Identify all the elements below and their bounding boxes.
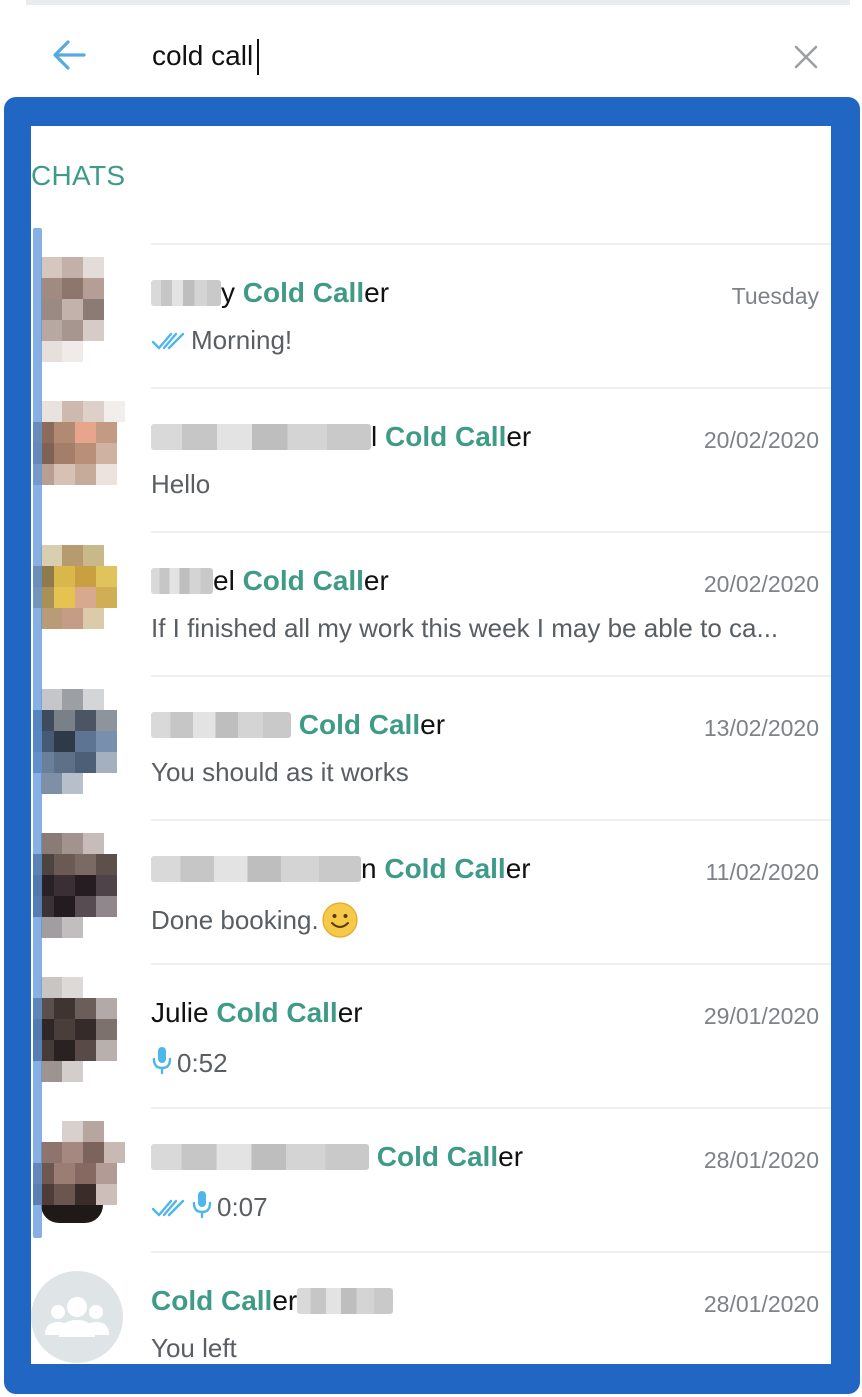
preview-text: You should as it works [151,757,409,787]
name-highlight: Cold Call [151,1285,273,1316]
chat-date: 20/02/2020 [703,427,819,453]
chat-date: 28/01/2020 [703,1291,819,1317]
chat-date: 13/02/2020 [703,715,819,741]
microphone-icon [191,1189,213,1226]
name-part: el [213,565,235,596]
preview-text: 0:07 [217,1192,268,1222]
row-divider [151,531,831,533]
name-highlight: Cold Call [216,997,338,1028]
redacted-name [151,568,213,594]
double-check-icon [151,328,187,359]
chat-row[interactable]: y Cold Caller Tuesday Morning! [31,243,831,387]
row-divider [151,1107,831,1109]
chat-row[interactable]: l Cold Caller 20/02/2020 Hello [31,387,831,531]
chat-row[interactable]: Cold Caller 13/02/2020 You should as it … [31,675,831,819]
preview-text: Morning! [191,325,293,355]
chat-name: Cold Caller [151,709,445,741]
avatar [33,1121,125,1243]
preview-text: If I finished all my work this week I ma… [151,613,779,643]
smiley-icon [321,901,359,939]
chat-name: Cold Caller [151,1141,523,1173]
chat-row[interactable]: Julie Cold Caller 29/01/2020 0:52 [31,963,831,1107]
chat-row[interactable]: el Cold Caller 20/02/2020 If I finished … [31,531,831,675]
chat-preview: Morning! [151,325,821,359]
chat-date: 28/01/2020 [703,1147,819,1173]
chat-name: el Cold Caller [151,565,389,597]
avatar [33,257,125,379]
preview-text: Done booking. [151,905,319,935]
row-divider [151,387,831,389]
chat-row[interactable]: Cold Caller 28/01/2020 0:07 [31,1107,831,1251]
redacted-name [151,712,291,738]
redacted-name [151,280,221,306]
scrollbar[interactable] [33,228,42,1238]
name-part: er [505,853,531,884]
chat-date: 29/01/2020 [703,1003,819,1029]
avatar [33,977,125,1099]
chat-preview: 0:07 [151,1189,821,1226]
chat-date: Tuesday [731,283,819,309]
name-part: er [364,277,390,308]
chat-name: Julie Cold Caller [151,997,363,1029]
chat-row[interactable]: Cold Caller 28/01/2020 You left [31,1251,831,1364]
group-icon [31,1271,123,1363]
row-divider [151,819,831,821]
search-bar [0,5,862,95]
preview-text: You left [151,1333,237,1363]
name-highlight: Cold Call [298,709,421,740]
chat-name: l Cold Caller [151,421,531,453]
row-divider [151,243,831,245]
row-divider [151,675,831,677]
avatar [33,833,125,955]
name-part: er [420,709,446,740]
name-part: er [272,1285,298,1316]
chat-date: 11/02/2020 [705,859,819,885]
chat-row[interactable]: n Cold Caller 11/02/2020 Done booking. [31,819,831,963]
row-divider [151,963,831,965]
double-check-icon [151,1195,187,1226]
name-part: er [363,565,389,596]
chat-name: y Cold Caller [151,277,389,309]
name-part: n [361,853,377,884]
row-divider [151,1251,831,1253]
chat-preview: 0:52 [151,1045,821,1082]
section-header-chats: CHATS [31,160,126,191]
close-icon[interactable] [792,43,820,71]
name-part: y [221,277,235,308]
redacted-name [151,424,371,450]
chat-preview: Hello [151,469,821,500]
preview-text: Hello [151,469,211,499]
chat-preview: You left [151,1333,821,1364]
chat-date: 20/02/2020 [703,571,819,597]
name-part: er [498,1141,524,1172]
chat-preview: You should as it works [151,757,821,788]
name-part: er [506,421,532,452]
back-arrow-icon[interactable] [50,35,90,75]
chat-name: Cold Caller [151,1285,394,1317]
name-highlight: Cold Call [242,277,365,308]
microphone-icon [151,1045,173,1082]
name-highlight: Cold Call [376,1141,499,1172]
name-part: er [337,997,363,1028]
preview-text: 0:52 [177,1048,228,1078]
chat-preview: Done booking. [151,901,821,939]
name-highlight: Cold Call [242,565,364,596]
name-part: l [371,421,378,452]
text-caret [257,39,259,75]
redacted-name [151,1144,369,1170]
redacted-name [151,856,361,882]
name-highlight: Cold Call [385,421,507,452]
search-input[interactable] [152,33,752,79]
avatar [33,545,125,667]
redacted-name [297,1288,394,1314]
chat-name: n Cold Caller [151,853,531,885]
chat-preview: If I finished all my work this week I ma… [151,613,821,644]
avatar [33,689,125,811]
name-highlight: Cold Call [384,853,506,884]
avatar [33,401,125,523]
name-part: Julie [151,997,209,1028]
